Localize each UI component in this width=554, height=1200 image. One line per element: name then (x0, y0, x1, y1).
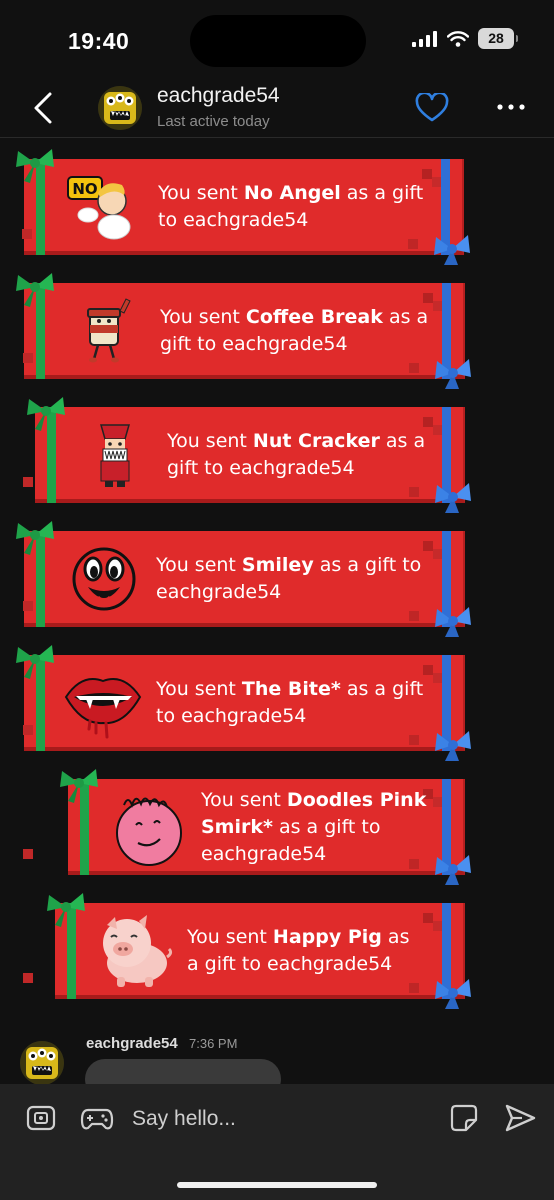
sender-avatar[interactable] (20, 1041, 64, 1084)
gift-name: Nut Cracker (252, 430, 380, 452)
blue-bow-icon (435, 607, 471, 637)
gift-message[interactable]: You sent The Bite* as a gift to eachgrad… (16, 645, 471, 761)
chat-username[interactable]: eachgrade54 (157, 84, 280, 108)
gift-message[interactable]: NO You sent No Angel as a gift to eachgr… (16, 149, 470, 265)
home-indicator (177, 1182, 377, 1188)
blue-bow-icon (435, 483, 471, 513)
blue-bow-icon (435, 855, 471, 885)
gift-name: The Bite* (241, 678, 341, 700)
gamepad-icon[interactable] (80, 1104, 114, 1132)
gift-text: You sent Smiley as a gift to eachgrade54 (156, 554, 422, 603)
sender-name[interactable]: eachgrade54 (86, 1035, 178, 1052)
no-angel-sticker: NO (67, 176, 131, 240)
smiley-sticker (72, 547, 136, 611)
green-bow-icon (16, 521, 54, 555)
gift-text: You sent No Angel as a gift to eachgrade… (158, 182, 424, 231)
wifi-icon (447, 30, 469, 47)
green-bow-icon (16, 645, 54, 679)
gift-name: Happy Pig (272, 926, 382, 948)
chat-header: eachgrade54 Last active today (0, 80, 554, 138)
user-avatar[interactable] (98, 86, 142, 130)
back-chevron-icon[interactable] (30, 90, 56, 126)
status-time: 19:40 (68, 28, 130, 54)
gift-name: Smiley (241, 554, 314, 576)
gift-text: You sent Coffee Break as a gift to eachg… (160, 306, 429, 355)
green-bow-icon (16, 273, 54, 307)
vampire-lips-sticker (64, 678, 142, 739)
green-bow-icon (27, 397, 65, 431)
gift-name: Coffee Break (245, 306, 383, 328)
happy-pig-sticker (103, 915, 173, 987)
gift-text: You sent Nut Cracker as a gift to eachgr… (167, 430, 426, 479)
monster-avatar-icon (98, 86, 142, 130)
pink-smirk-sticker (116, 797, 182, 866)
monster-avatar-icon (20, 1041, 64, 1084)
gift-message[interactable]: You sent Smiley as a gift to eachgrade54 (16, 521, 471, 637)
heart-icon[interactable] (415, 93, 449, 123)
battery-indicator: 28 (478, 28, 518, 49)
gift-message[interactable]: You sent Coffee Break as a gift to eachg… (16, 273, 471, 389)
blue-bow-icon (434, 235, 470, 265)
dynamic-island (190, 15, 366, 67)
send-icon[interactable] (504, 1102, 536, 1134)
message-timestamp: 7:36 PM (189, 1036, 238, 1051)
message-input[interactable] (132, 1102, 432, 1136)
gift-message[interactable]: You sent Nut Cracker as a gift to eachgr… (27, 397, 471, 513)
blue-bow-icon (435, 979, 471, 1009)
status-bar: 19:40 28 (0, 0, 554, 80)
last-active-status: Last active today (157, 113, 270, 130)
gift-name: No Angel (243, 182, 341, 204)
green-bow-icon (60, 769, 98, 803)
status-icons: 28 (412, 28, 518, 49)
message-list[interactable]: NO You sent No Angel as a gift to eachgr… (0, 139, 554, 1084)
gift-message[interactable]: You sent Happy Pig as a gift to eachgrad… (47, 893, 471, 1009)
more-options-icon[interactable] (496, 100, 526, 114)
cellular-signal-icon (412, 30, 437, 47)
blue-bow-icon (435, 359, 471, 389)
green-bow-icon (47, 893, 85, 927)
gift-text: You sent Doodles Pink Smirk* as a gift t… (201, 788, 427, 865)
svg-text:NO: NO (72, 180, 97, 198)
message-bubble[interactable] (85, 1059, 281, 1084)
coffee-cup-sticker (87, 298, 131, 363)
gift-text: You sent The Bite* as a gift to eachgrad… (156, 678, 424, 727)
blue-bow-icon (435, 731, 471, 761)
green-bow-icon (16, 149, 54, 183)
message-composer (0, 1084, 554, 1200)
nutcracker-sticker (100, 424, 130, 487)
gift-message[interactable]: You sent Doodles Pink Smirk* as a gift t… (60, 769, 471, 885)
camera-icon[interactable] (26, 1104, 56, 1132)
sticker-icon[interactable] (450, 1104, 478, 1132)
gift-text: You sent Happy Pig as a gift to eachgrad… (187, 926, 410, 975)
